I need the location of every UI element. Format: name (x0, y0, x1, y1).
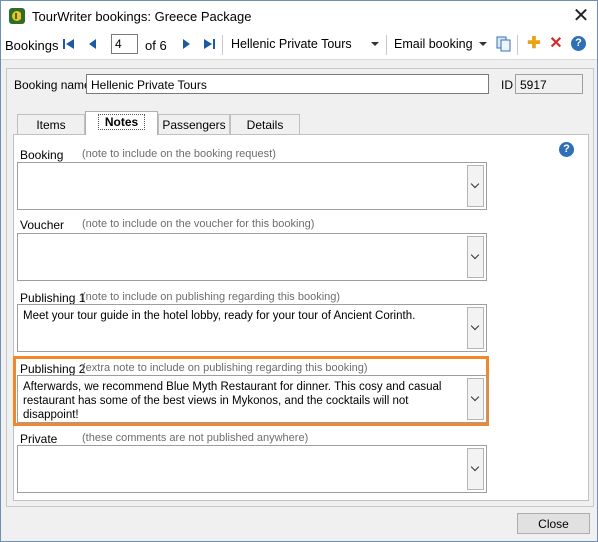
expand-note-button[interactable] (467, 448, 484, 490)
tab-items[interactable]: Items (17, 114, 85, 134)
tab-passengers[interactable]: Passengers (158, 114, 230, 134)
window-title: TourWriter bookings: Greece Package (32, 9, 252, 24)
tab-notes[interactable]: Notes (85, 111, 158, 135)
add-icon[interactable]: ✚ (525, 35, 543, 53)
record-number-input[interactable]: 4 (111, 34, 138, 54)
delete-icon[interactable]: ✕ (547, 35, 565, 53)
first-record-icon[interactable] (62, 37, 76, 51)
tab-details[interactable]: Details (230, 114, 300, 134)
chevron-down-icon (371, 42, 379, 46)
id-label: ID (501, 78, 513, 92)
email-booking-label: Email booking (394, 37, 473, 51)
email-booking-dropdown[interactable]: Email booking (390, 34, 490, 54)
booking-note-label: Booking (20, 148, 64, 162)
expand-note-button[interactable] (467, 378, 484, 420)
toolbar-help-icon[interactable]: ? (571, 36, 586, 51)
chevron-down-icon (479, 42, 487, 46)
expand-note-button[interactable] (467, 165, 484, 207)
voucher-note-label: Voucher (20, 218, 65, 232)
expand-note-button[interactable] (467, 307, 484, 349)
private-note-field[interactable] (17, 445, 487, 493)
toolbar-separator (517, 35, 518, 55)
publishing1-note-text: Meet your tour guide in the hotel lobby,… (23, 310, 416, 322)
private-note-hint: (these comments are not published anywhe… (82, 432, 309, 444)
voucher-note-field[interactable] (17, 233, 487, 281)
toolbar-separator (386, 35, 387, 55)
publishing2-note-text: Afterwards, we recommend Blue Myth Resta… (23, 381, 442, 421)
tab-passengers-label: Passengers (162, 118, 226, 132)
notes-help-icon[interactable]: ? (559, 142, 574, 157)
prev-record-icon[interactable] (86, 37, 100, 51)
booking-name-input[interactable]: Hellenic Private Tours (86, 74, 489, 94)
booking-note-field[interactable] (17, 162, 487, 210)
app-logo-icon (9, 8, 25, 24)
last-record-icon[interactable] (202, 37, 216, 51)
booking-note-hint: (note to include on the booking request) (82, 148, 276, 160)
toolbar-separator (222, 35, 223, 55)
publishing2-note-field[interactable]: Afterwards, we recommend Blue Myth Resta… (17, 375, 487, 423)
record-count: of 6 (145, 38, 167, 53)
next-record-icon[interactable] (179, 37, 193, 51)
publishing2-note-label: Publishing 2 (20, 362, 86, 376)
copy-icon[interactable] (495, 35, 513, 53)
booking-selector[interactable]: Hellenic Private Tours (227, 34, 382, 54)
publishing1-note-label: Publishing 1 (20, 291, 86, 305)
expand-note-button[interactable] (467, 236, 484, 278)
id-field: 5917 (515, 74, 583, 94)
tab-items-label: Items (36, 118, 66, 132)
bookings-label: Bookings (5, 38, 59, 53)
booking-window: TourWriter bookings: Greece Package ✕ Bo… (0, 0, 598, 542)
publishing1-note-field[interactable]: Meet your tour guide in the hotel lobby,… (17, 304, 487, 352)
booking-selector-value: Hellenic Private Tours (231, 37, 352, 51)
tab-details-label: Details (246, 118, 284, 132)
tab-notes-label: Notes (97, 114, 146, 130)
publishing1-note-hint: (note to include on publishing regarding… (82, 291, 341, 303)
window-close-icon[interactable]: ✕ (567, 3, 595, 29)
publishing2-note-hint: (extra note to include on publishing reg… (82, 362, 368, 374)
private-note-label: Private (20, 432, 58, 446)
title-bar: TourWriter bookings: Greece Package ✕ (1, 1, 597, 31)
voucher-note-hint: (note to include on the voucher for this… (82, 218, 315, 230)
close-button[interactable]: Close (517, 513, 590, 534)
booking-name-label: Booking name (14, 78, 91, 92)
